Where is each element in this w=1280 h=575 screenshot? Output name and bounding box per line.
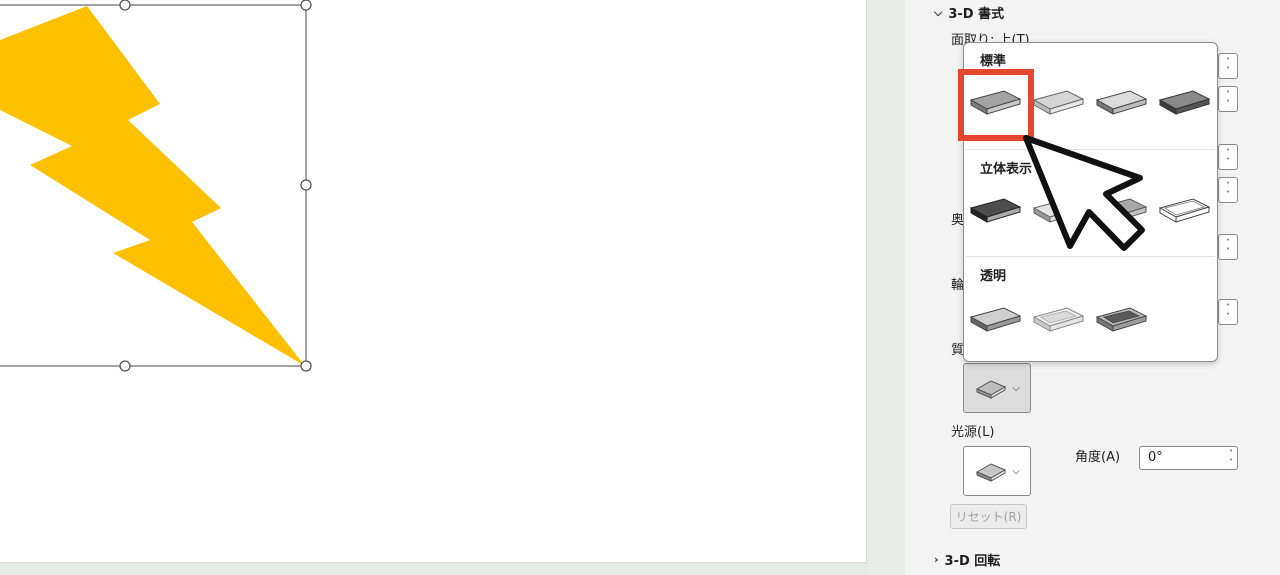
gallery-group-translucent-title: 透明: [980, 269, 1007, 284]
spin-down-icon[interactable]: ˅: [1229, 458, 1233, 467]
chevron-down-icon: ⌵: [934, 5, 943, 19]
resize-handle: [119, 0, 131, 11]
depth-size-spinner[interactable]: ˄ ˅: [1218, 234, 1238, 260]
spin-down-icon[interactable]: ˅: [1226, 66, 1230, 75]
material-translucent-powder-icon: [1095, 307, 1148, 332]
slide-canvas[interactable]: [0, 0, 867, 563]
material-metal-tile[interactable]: [1156, 83, 1212, 123]
material-matte-tile[interactable]: [967, 83, 1023, 123]
material-preview-icon: [976, 380, 1007, 399]
chevron-right-icon: ›: [934, 553, 939, 566]
bevel-width-spinner[interactable]: ˄ ˅: [1218, 53, 1238, 79]
contour-size-spinner[interactable]: ˄ ˅: [1218, 299, 1238, 325]
material-plastic-tile[interactable]: [1093, 83, 1149, 123]
gallery-group-standard-title: 標準: [980, 54, 1007, 69]
material-translucent-powder-tile[interactable]: [1093, 300, 1149, 340]
canvas-gutter: [867, 0, 905, 575]
material-dark-edge-tile[interactable]: [967, 191, 1023, 231]
resize-handle: [119, 360, 131, 372]
section-3d-rotation-title: 3-D 回転: [944, 554, 1001, 569]
resize-handle: [300, 0, 312, 11]
resize-handle: [300, 360, 312, 372]
material-wireframe-tile[interactable]: [1156, 191, 1212, 231]
material-dropdown-button[interactable]: ⌵: [963, 363, 1031, 413]
spin-up-icon[interactable]: ˄: [1226, 238, 1230, 247]
canvas-bottom-strip: [0, 563, 867, 575]
chevron-down-icon: ⌵: [1012, 382, 1020, 394]
spin-down-icon[interactable]: ˅: [1226, 190, 1230, 199]
spin-down-icon[interactable]: ˅: [1226, 312, 1230, 321]
spin-up-icon[interactable]: ˄: [1226, 57, 1230, 66]
light-source-preview-icon: [976, 463, 1007, 482]
light-source-label: 光源(L): [951, 425, 995, 440]
section-3d-format-title: 3-D 書式: [948, 7, 1005, 22]
material-warm-matte-tile[interactable]: [1030, 83, 1086, 123]
bevel-height-spinner[interactable]: ˄ ˅: [1218, 86, 1238, 112]
angle-label: 角度(A): [1075, 450, 1121, 465]
material-clear-icon: [1032, 307, 1085, 332]
section-3d-format-header[interactable]: ⌵ 3-D 書式: [934, 3, 1005, 23]
angle-spinner[interactable]: ˄ ˅: [1229, 449, 1233, 467]
spin-up-icon[interactable]: ˄: [1226, 303, 1230, 312]
angle-input[interactable]: 0° ˄ ˅: [1139, 446, 1238, 470]
material-dark-edge-icon: [969, 198, 1022, 223]
material-clear-tile[interactable]: [1030, 300, 1086, 340]
material-powder-tile[interactable]: [967, 300, 1023, 340]
bevel-bottom-width-spinner[interactable]: ˄ ˅: [1218, 144, 1238, 170]
angle-value: 0°: [1148, 450, 1163, 465]
resize-handle: [300, 179, 312, 191]
spin-down-icon[interactable]: ˅: [1226, 247, 1230, 256]
spin-up-icon[interactable]: ˄: [1226, 181, 1230, 190]
material-wireframe-icon: [1158, 198, 1211, 223]
spin-up-icon[interactable]: ˄: [1226, 148, 1230, 157]
material-powder-icon: [969, 307, 1022, 332]
material-matte-icon: [969, 90, 1022, 115]
material-metal-icon: [1158, 90, 1211, 115]
bevel-bottom-height-spinner[interactable]: ˄ ˅: [1218, 177, 1238, 203]
section-3d-rotation-header[interactable]: › 3-D 回転: [934, 550, 1000, 569]
material-warm-matte-icon: [1032, 90, 1085, 115]
lightning-shape[interactable]: [0, 0, 866, 562]
lightning-bolt: [0, 6, 305, 366]
spin-down-icon[interactable]: ˅: [1226, 157, 1230, 166]
spin-down-icon[interactable]: ˅: [1226, 99, 1230, 108]
spin-up-icon[interactable]: ˄: [1229, 449, 1233, 458]
material-plastic-icon: [1095, 90, 1148, 115]
light-source-dropdown-button[interactable]: ⌵: [963, 446, 1031, 496]
cursor-arrow-icon: [1023, 135, 1145, 251]
reset-button[interactable]: リセット(R): [950, 504, 1027, 529]
chevron-down-icon: ⌵: [1012, 465, 1020, 477]
spin-up-icon[interactable]: ˄: [1226, 90, 1230, 99]
